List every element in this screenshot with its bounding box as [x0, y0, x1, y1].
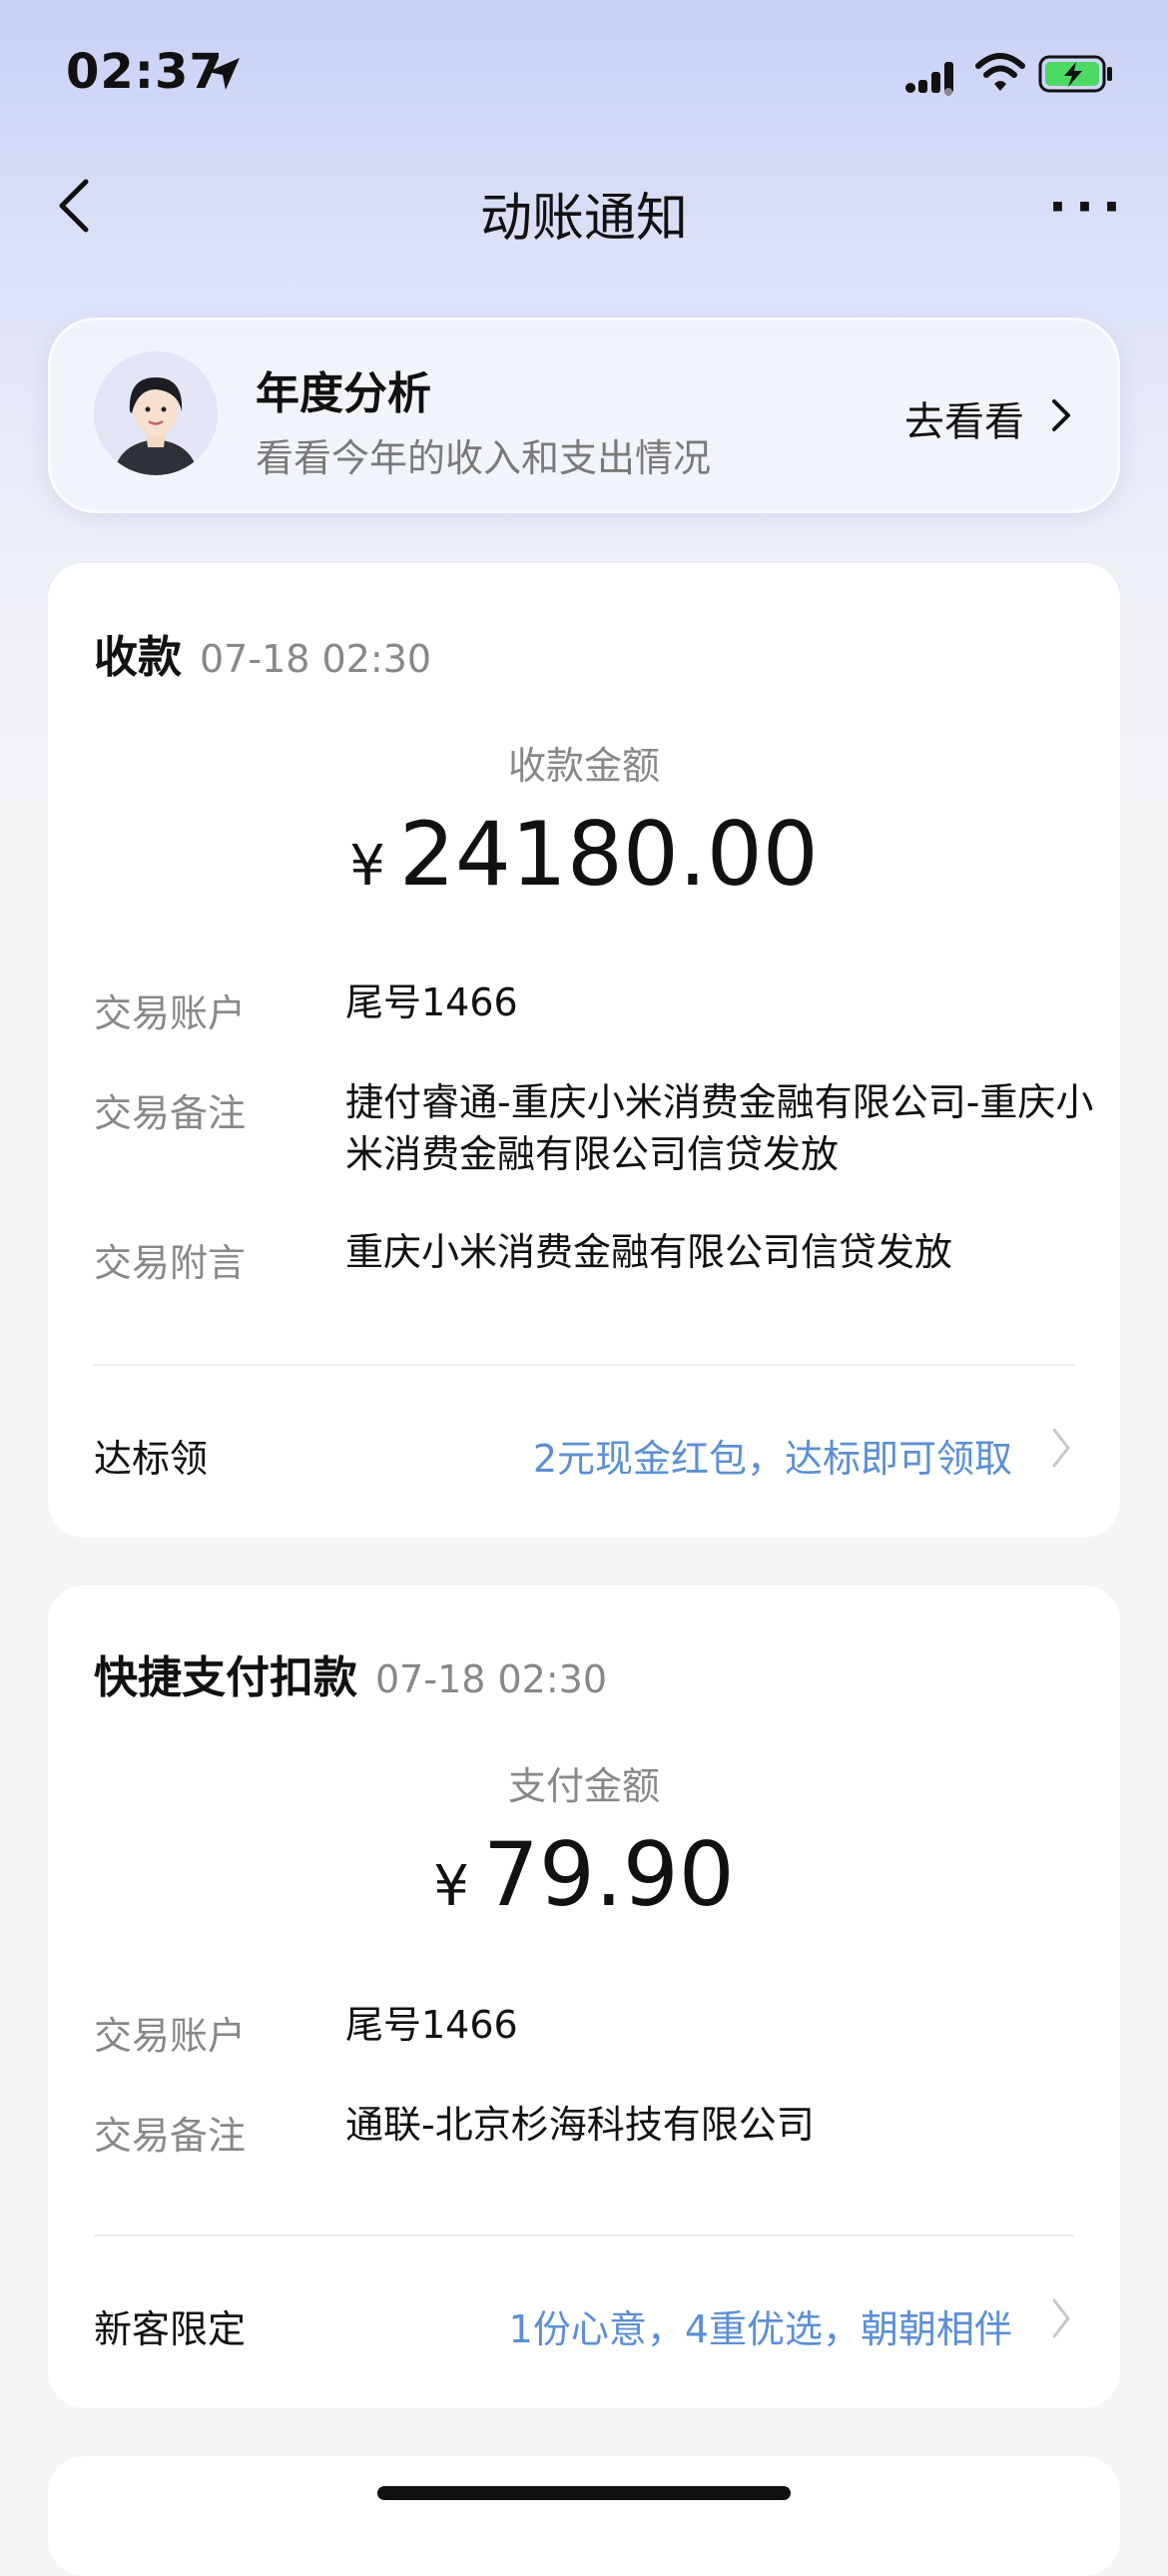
transaction-type: 收款 — [94, 632, 182, 683]
annual-analysis-banner[interactable]: 年度分析 看看今年的收入和支出情况 去看看 — [48, 318, 1120, 513]
banner-go-see-link[interactable]: 去看看 — [904, 389, 1024, 447]
status-bar: 02:37 — [0, 0, 1168, 150]
amount-number: 24180.00 — [398, 803, 819, 906]
row-label-remark: 交易备注 — [94, 2114, 247, 2158]
banner-subtitle: 看看今年的收入和支出情况 — [256, 436, 712, 480]
transaction-card-partial — [48, 2456, 1120, 2576]
promo-label: 新客限定 — [94, 2307, 247, 2351]
promo-link[interactable]: 2元现金红包，达标即可领取 — [533, 1428, 1012, 1483]
row-label-postscript: 交易附言 — [94, 1241, 247, 1285]
divider — [94, 1364, 1074, 1366]
transaction-card-payment: 快捷支付扣款 07-18 02:30 支付金额 ¥79.90 交易账户 尾号146… — [48, 1586, 1120, 2408]
battery-charging-icon — [1038, 55, 1112, 93]
amount-label: 收款金额 — [507, 744, 660, 788]
amount-label: 支付金额 — [507, 1764, 660, 1808]
amount-number: 79.90 — [482, 1823, 735, 1926]
transaction-card-income: 收款 07-18 02:30 收款金额 ¥24180.00 交易账户 尾号1466… — [48, 563, 1120, 1538]
amount-value: ¥79.90 — [48, 1823, 1120, 1926]
row-label-account: 交易账户 — [94, 991, 247, 1035]
transaction-type: 快捷支付扣款 — [94, 1652, 357, 1703]
row-label-remark: 交易备注 — [94, 1091, 247, 1135]
avatar — [94, 351, 218, 475]
transaction-time: 07-18 02:30 — [375, 1657, 608, 1701]
row-value-remark: 捷付睿通-重庆小米消费金融有限公司-重庆小米消费金融有限公司信贷发放 — [345, 1080, 1094, 1176]
amount-value: ¥24180.00 — [48, 803, 1120, 906]
promo-link[interactable]: 1份心意，4重优选，朝朝相伴 — [509, 2298, 1012, 2353]
page-title: 动账通知 — [479, 189, 688, 249]
row-value-account: 尾号1466 — [345, 2003, 518, 2047]
divider — [94, 2235, 1074, 2237]
chevron-right-icon — [1052, 1428, 1070, 1468]
banner-title: 年度分析 — [256, 368, 431, 419]
home-indicator[interactable] — [377, 2486, 791, 2500]
transaction-header: 快捷支付扣款 07-18 02:30 — [94, 1641, 607, 1705]
currency-symbol: ¥ — [433, 1854, 469, 1919]
currency-symbol: ¥ — [349, 834, 385, 899]
row-value-account: 尾号1466 — [345, 980, 518, 1024]
row-label-account: 交易账户 — [94, 2014, 247, 2058]
location-arrow-icon — [208, 58, 240, 90]
promo-label: 达标领 — [94, 1437, 209, 1481]
transaction-time: 07-18 02:30 — [200, 637, 432, 681]
chevron-right-icon — [1052, 2298, 1070, 2338]
status-time: 02:37 — [66, 44, 224, 100]
more-menu-button[interactable]: ··· — [1048, 178, 1129, 236]
signal-icon — [905, 62, 953, 96]
wifi-icon — [975, 53, 1025, 91]
chevron-right-icon — [1052, 399, 1070, 431]
row-value-remark: 通联-北京杉海科技有限公司 — [345, 2103, 815, 2147]
transaction-header: 收款 07-18 02:30 — [94, 621, 431, 685]
row-value-postscript: 重庆小米消费金融有限公司信贷发放 — [345, 1230, 953, 1274]
